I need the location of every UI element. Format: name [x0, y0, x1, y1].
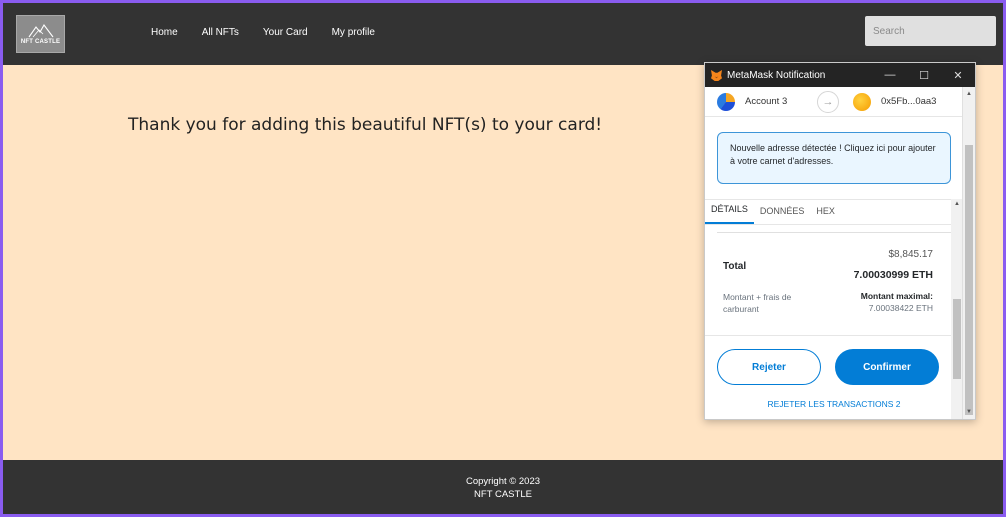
site-footer: Copyright © 2023 NFT CASTLE [3, 460, 1003, 514]
logo-text: NFT CASTLE [20, 38, 61, 45]
account-row: Account 3 → 0x5Fb...0aa3 [705, 87, 963, 117]
outer-scrollbar[interactable]: ▲ ▼ [962, 87, 975, 419]
metamask-notification-window: MetaMask Notification — ☐ ✕ Account 3 → … [704, 62, 976, 420]
castle-icon [28, 23, 53, 37]
max-amount-label: Montant maximal: [860, 291, 933, 301]
scroll-up-icon[interactable]: ▲ [966, 91, 972, 97]
confirm-button[interactable]: Confirmer [835, 349, 939, 385]
metamask-fox-icon [711, 69, 722, 81]
metamask-titlebar[interactable]: MetaMask Notification — ☐ ✕ [705, 63, 975, 87]
divider [705, 335, 963, 336]
inner-scroll-thumb[interactable] [953, 299, 961, 379]
footer-brand: NFT CASTLE [474, 489, 532, 500]
search-input[interactable] [865, 16, 996, 46]
nav-all-nfts[interactable]: All NFTs [202, 27, 239, 38]
usd-total: $8,845.17 [888, 249, 934, 260]
divider [717, 232, 951, 233]
to-address[interactable]: 0x5Fb...0aa3 [881, 96, 936, 107]
scroll-down-icon[interactable]: ▼ [966, 409, 972, 415]
account-avatar-icon [717, 92, 735, 111]
from-account[interactable]: Account 3 [745, 96, 817, 107]
scroll-up-icon[interactable]: ▲ [954, 201, 960, 207]
footer-copyright: Copyright © 2023 [465, 476, 541, 487]
metamask-content: Account 3 → 0x5Fb...0aa3 Nouvelle adress… [705, 87, 963, 419]
maximize-button[interactable]: ☐ [907, 69, 941, 82]
nav-links: Home All NFTs Your Card My profile [151, 27, 399, 38]
total-label: Total [723, 261, 747, 272]
confirmation-message: Thank you for adding this beautiful NFT(… [128, 115, 603, 135]
eth-total: 7.00030999 ETH [853, 269, 933, 281]
nav-your-card[interactable]: Your Card [263, 27, 308, 38]
nav-home[interactable]: Home [151, 27, 178, 38]
details-tabs: DÉTAILS DONNÉES HEX [705, 199, 963, 225]
recipient-avatar-icon [853, 92, 871, 111]
close-button[interactable]: ✕ [941, 69, 975, 82]
reject-all-link[interactable]: REJETER LES TRANSACTIONS 2 [705, 399, 963, 409]
tab-details[interactable]: DÉTAILS [705, 204, 754, 224]
new-address-notice[interactable]: Nouvelle adresse détectée ! Cliquez ici … [717, 132, 951, 184]
outer-scroll-thumb[interactable] [965, 145, 973, 415]
max-amount-value: 7.00038422 ETH [868, 303, 933, 313]
arrow-right-icon: → [817, 90, 839, 113]
site-logo[interactable]: NFT CASTLE [16, 15, 65, 53]
nav-my-profile[interactable]: My profile [332, 27, 375, 38]
navbar: NFT CASTLE Home All NFTs Your Card My pr… [3, 3, 1003, 65]
reject-button[interactable]: Rejeter [717, 349, 821, 385]
tab-data[interactable]: DONNÉES [754, 206, 811, 224]
metamask-title: MetaMask Notification [727, 69, 826, 81]
browser-viewport: NFT CASTLE Home All NFTs Your Card My pr… [3, 3, 1003, 514]
minimize-button[interactable]: — [873, 69, 907, 81]
tab-hex[interactable]: HEX [810, 206, 841, 224]
fee-label: Montant + frais de carburant [723, 292, 792, 314]
